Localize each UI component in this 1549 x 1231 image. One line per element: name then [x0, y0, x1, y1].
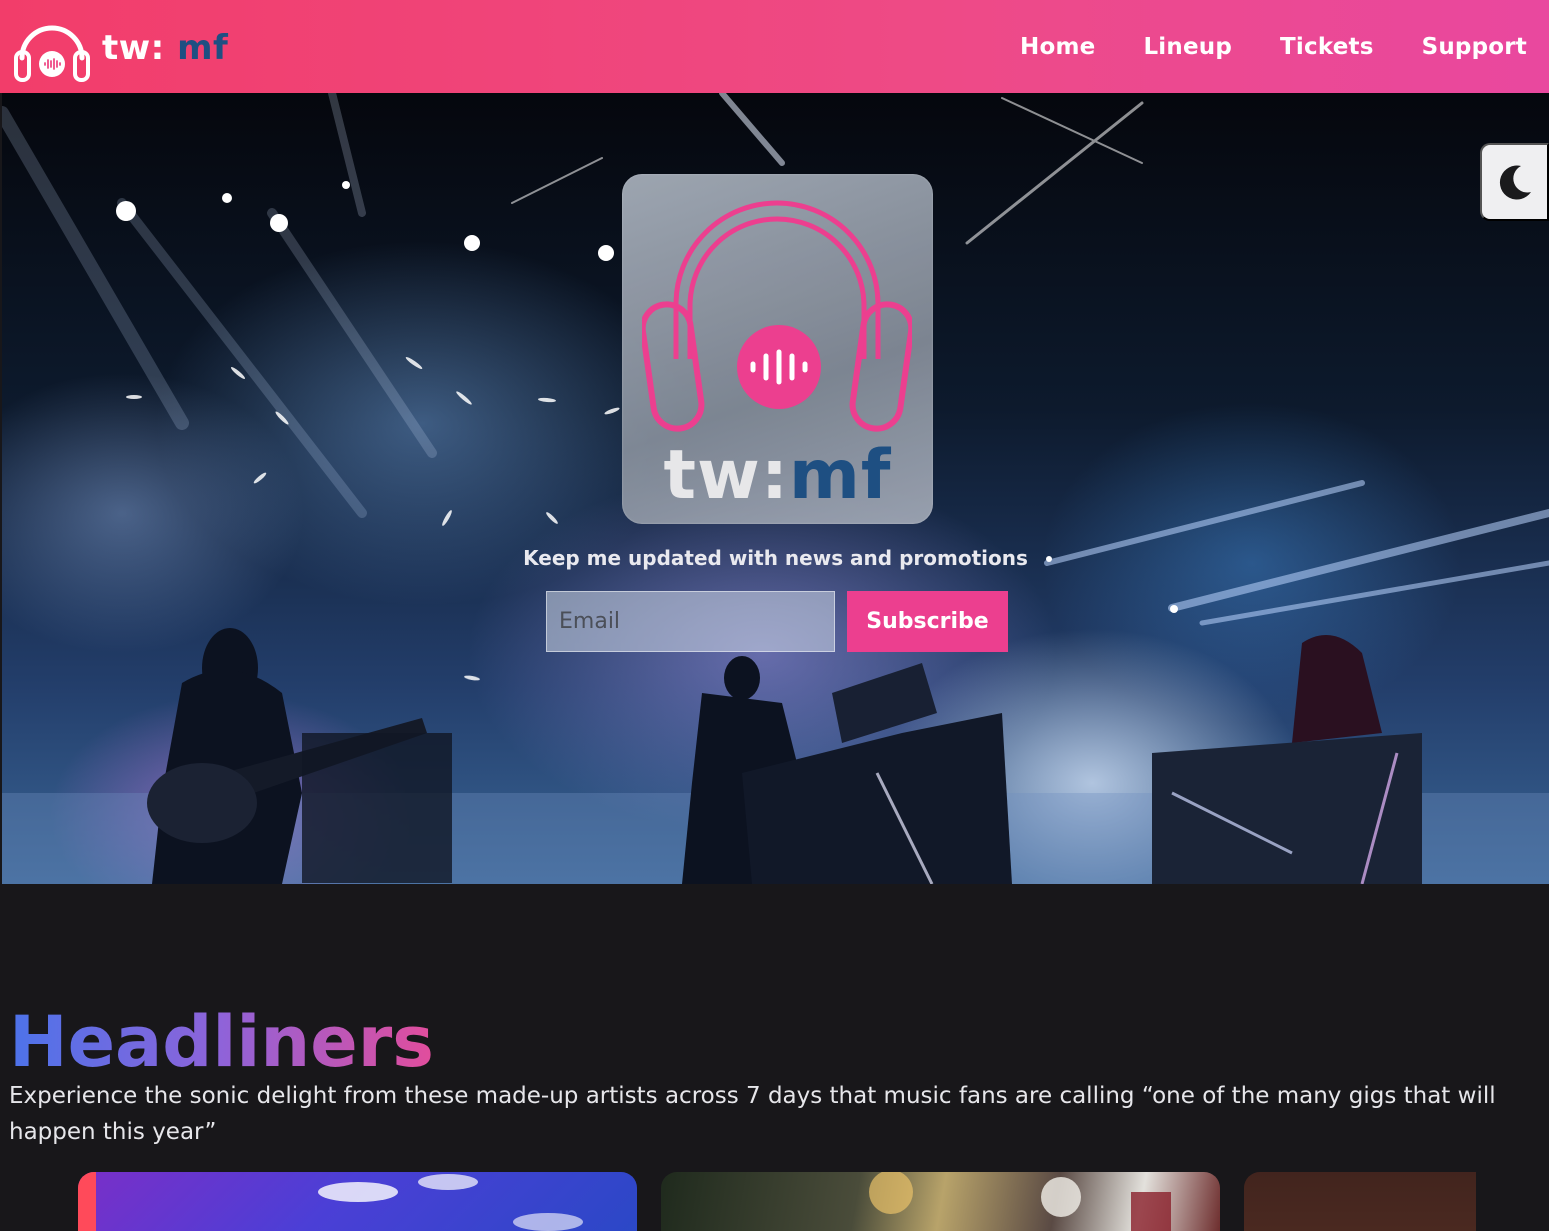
artist-image	[1244, 1172, 1476, 1231]
site-header: tw: mf Home Lineup Tickets Support	[0, 0, 1549, 93]
logo-tw: tw:	[663, 436, 790, 515]
concert-stage-image	[78, 1172, 583, 1231]
theme-toggle-button[interactable]	[1480, 143, 1549, 221]
headliner-card[interactable]	[1244, 1172, 1476, 1231]
brand-home-link[interactable]: tw: mf	[12, 8, 228, 88]
subscribe-button[interactable]: Subscribe	[847, 591, 1008, 652]
newsletter-tagline: Keep me updated with news and promotions	[523, 546, 1028, 570]
brand-tw: tw:	[102, 28, 165, 68]
nav-lineup[interactable]: Lineup	[1143, 34, 1232, 60]
headliner-card[interactable]	[661, 1172, 1220, 1231]
headliner-card[interactable]	[78, 1172, 637, 1231]
headliners-description: Experience the sonic delight from these …	[9, 1083, 1496, 1145]
brand-name: tw: mf	[102, 28, 228, 68]
hero-section: tw:mf Keep me updated with news and prom…	[2, 93, 1549, 884]
headphones-logo-icon	[14, 25, 90, 82]
nav-tickets[interactable]: Tickets	[1280, 34, 1374, 60]
moon-icon	[1499, 165, 1531, 200]
logo-mf: mf	[789, 436, 892, 515]
main-nav: Home Lineup Tickets Support	[1020, 0, 1527, 93]
festival-crowd-image	[869, 1172, 1171, 1231]
headliners-heading: Headliners	[9, 1001, 434, 1083]
nav-home[interactable]: Home	[1020, 34, 1095, 60]
headphones-logo-icon	[642, 200, 912, 432]
nav-support[interactable]: Support	[1422, 34, 1527, 60]
email-input[interactable]	[546, 591, 835, 652]
festival-logo-wordmark: tw:mf	[622, 436, 933, 515]
page: tw: mf Home Lineup Tickets Support tw:mf…	[0, 0, 1549, 1231]
festival-logo-card: tw:mf	[622, 174, 933, 524]
brand-mf: mf	[177, 28, 229, 68]
